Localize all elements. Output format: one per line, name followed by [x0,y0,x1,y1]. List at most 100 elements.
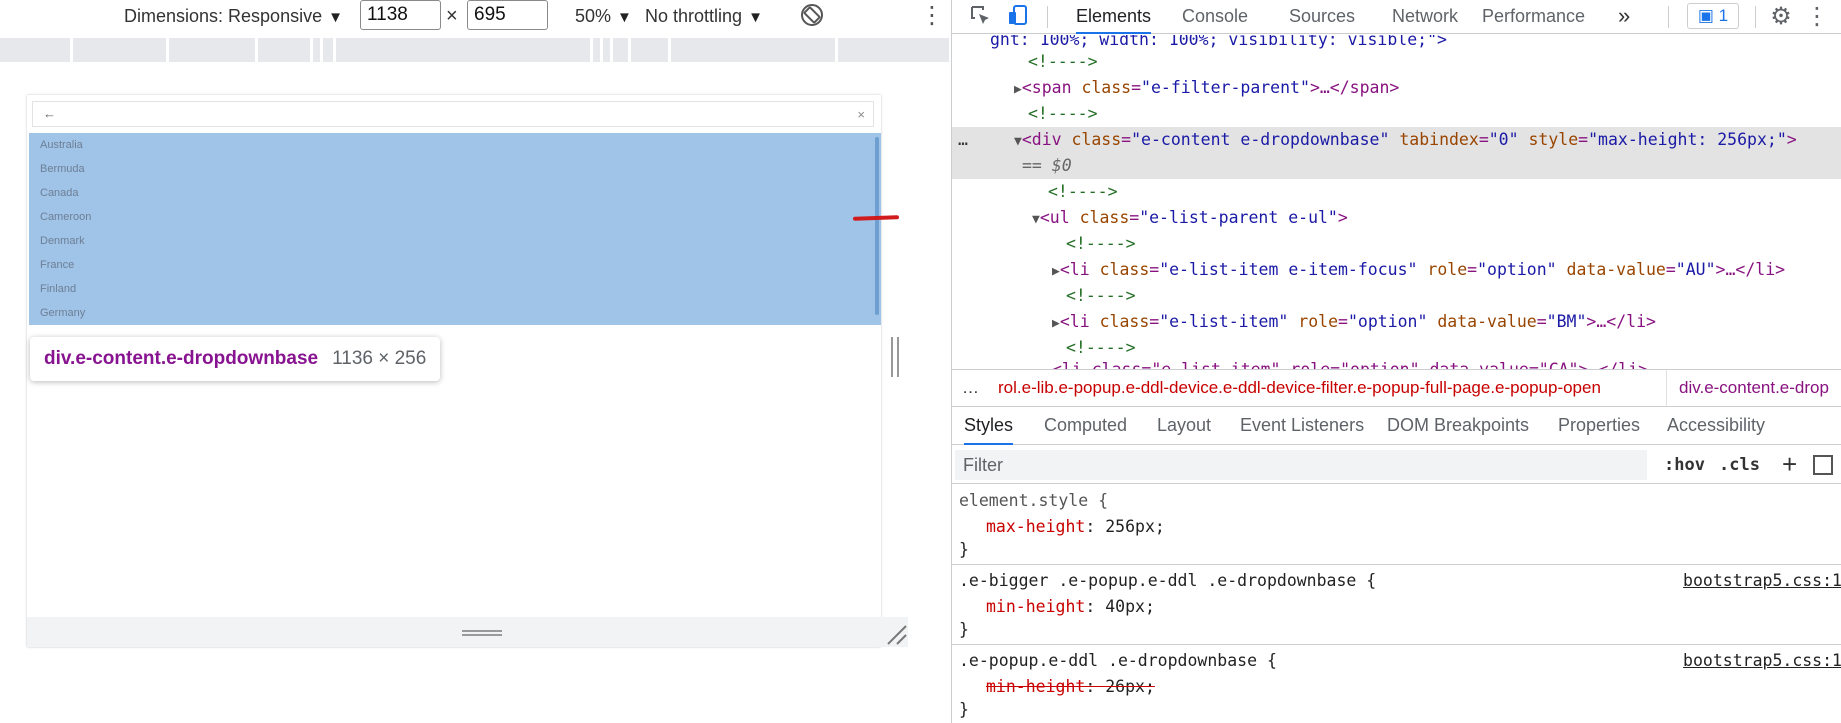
dom-comment[interactable]: <!----> [1066,283,1841,309]
width-input[interactable]: 1138 [360,0,441,30]
sidebar-toggle-icon[interactable] [1813,455,1833,475]
property-name[interactable]: min-height [986,677,1085,696]
list-item[interactable]: France [40,253,74,277]
tab-computed[interactable]: Computed [1044,407,1127,445]
devtools-tabbar: Elements Console Sources Network Perform… [952,0,1841,34]
ruler-tick [320,38,323,62]
expand-triangle-icon[interactable]: ▶ [1052,316,1060,331]
tab-dom-breakpoints[interactable]: DOM Breakpoints [1387,407,1529,445]
rule-declaration[interactable]: max-height: 256px; [986,514,1165,540]
tab-accessibility[interactable]: Accessibility [1667,407,1765,445]
property-value[interactable]: 40px; [1105,597,1155,616]
list-item[interactable]: Canada [40,181,79,205]
class-toggle-button[interactable]: .cls [1719,446,1760,484]
back-arrow-icon[interactable]: ← [43,104,56,124]
rotate-icon[interactable] [800,3,824,37]
side-resize-handle[interactable] [891,337,899,377]
bottom-resize-bar[interactable] [27,617,908,647]
dom-node-span[interactable]: ▶<span class="e-filter-parent">…</span> [1014,75,1841,101]
zoom-dropdown[interactable]: 50% ▼ [575,0,632,34]
dropdown-scrollbar[interactable] [875,137,879,315]
expand-triangle-icon[interactable]: ▶ [1052,264,1060,279]
dom-comment[interactable]: <!----> [1048,179,1841,205]
gear-icon[interactable]: ⚙ [1767,3,1795,31]
rule-declaration-overridden[interactable]: min-height: 26px; [986,674,1155,700]
dom-node-li[interactable]: ▶<li class="e-list-item" role="option" d… [1052,309,1841,335]
tab-performance[interactable]: Performance [1482,0,1585,34]
list-item[interactable]: Australia [40,133,83,157]
dom-node-ul[interactable]: ▼<ul class="e-list-parent e-ul"> [1032,205,1841,231]
property-name[interactable]: min-height [986,597,1085,616]
dom-equals: = [1338,312,1348,331]
dom-tag: <li [1059,312,1100,331]
device-toggle-icon[interactable] [1004,3,1032,31]
breadcrumb-item[interactable]: div.e-content.e-drop [1666,370,1829,406]
property-value[interactable]: 26px; [1105,677,1155,696]
source-link[interactable]: bootstrap5.css:1 [1683,648,1841,674]
clear-icon[interactable]: × [857,105,865,125]
style-rule[interactable]: element.style { max-height: 256px; } [952,485,1841,565]
dom-attr: role [1298,312,1339,331]
tab-layout[interactable]: Layout [1157,407,1211,445]
new-rule-button[interactable]: + [1782,446,1797,482]
dom-comment[interactable]: <!----> [1028,49,1841,75]
dom-tree[interactable]: ght: 100%; width: 100%; visibility: visi… [952,35,1841,369]
dom-tag: <ul [1039,208,1080,227]
tab-sources[interactable]: Sources [1289,0,1355,34]
bottom-resize-handle[interactable] [462,630,502,636]
list-item[interactable]: Germany [40,301,85,325]
ruler-tick [166,38,169,62]
issues-badge[interactable]: ▣ 1 [1687,3,1739,29]
dom-text: <!----> [1066,234,1136,253]
breadcrumb-item[interactable]: rol.e-lib.e-popup.e-ddl-device.e-ddl-dev… [998,370,1601,406]
tab-elements[interactable]: Elements [1076,0,1152,34]
more-tabs-icon[interactable]: » [1618,0,1630,34]
property-name[interactable]: max-height [986,517,1085,536]
list-item[interactable]: Cameroon [40,205,91,229]
dom-equals: = [1536,312,1547,331]
media-query-ruler[interactable] [0,38,949,62]
dom-comment[interactable]: <!----> [1066,231,1841,257]
node-menu-icon[interactable]: … [958,127,968,153]
list-item[interactable]: Denmark [40,229,85,253]
inspect-element-icon[interactable] [966,3,994,31]
dimensions-dropdown[interactable]: Dimensions: Responsive ▼ [124,0,343,34]
style-rule[interactable]: .e-popup.e-ddl .e-dropdownbase { bootstr… [952,645,1841,723]
source-link[interactable]: bootstrap5.css:1 [1683,568,1841,594]
more-options-icon[interactable]: ⋮ [920,0,944,34]
issues-count: 1 [1718,6,1729,25]
hover-state-button[interactable]: :hov [1664,446,1705,484]
tab-styles[interactable]: Styles [964,407,1014,445]
dropdown-search-box[interactable]: ← × [32,101,874,127]
dom-text: <!----> [1048,182,1118,201]
rule-declaration[interactable]: min-height: 40px; [986,594,1155,620]
expand-triangle-icon[interactable]: ▶ [1014,82,1022,97]
dom-node-li[interactable]: ▶<li class="e-list-item e-item-focus" ro… [1052,257,1841,283]
height-input[interactable]: 695 [467,0,548,30]
list-item[interactable]: Bermuda [40,157,85,181]
element-inspect-tooltip: div.e-content.e-dropdownbase 1136 × 256 [30,337,441,381]
more-options-icon[interactable]: ⋮ [1803,3,1831,31]
style-rule[interactable]: .e-bigger .e-popup.e-ddl .e-dropdownbase… [952,565,1841,645]
tooltip-element-name: div.e-content.e-dropdownbase [44,348,319,369]
dom-node-li[interactable]: <li class="e-list-item" role="option" da… [1052,357,1841,369]
dom-node-selected[interactable]: … ▼<div class="e-content e-dropdownbase"… [952,127,1841,179]
breadcrumb-more[interactable]: … [962,370,979,406]
list-item[interactable]: Finland [40,277,76,301]
rule-selector[interactable]: .e-popup.e-ddl .e-dropdownbase { [959,648,1277,674]
tab-console[interactable]: Console [1182,0,1248,34]
collapse-triangle-icon[interactable]: ▼ [1014,134,1022,149]
tab-properties[interactable]: Properties [1558,407,1640,445]
collapse-triangle-icon[interactable]: ▼ [1032,212,1040,227]
corner-resize-icon[interactable] [884,622,908,646]
property-value[interactable]: 256px; [1105,517,1165,536]
tab-event-listeners[interactable]: Event Listeners [1240,407,1364,445]
rule-selector[interactable]: .e-bigger .e-popup.e-ddl .e-dropdownbase… [959,568,1376,594]
tab-network[interactable]: Network [1392,0,1458,34]
filter-input[interactable]: Filter [955,450,1647,480]
ruler-tick [333,38,336,62]
rule-selector[interactable]: element.style { [959,488,1108,514]
dom-comment[interactable]: <!----> [1028,101,1841,127]
throttling-dropdown[interactable]: No throttling ▼ [645,0,763,34]
dom-tag: >…</li> [1715,260,1786,279]
